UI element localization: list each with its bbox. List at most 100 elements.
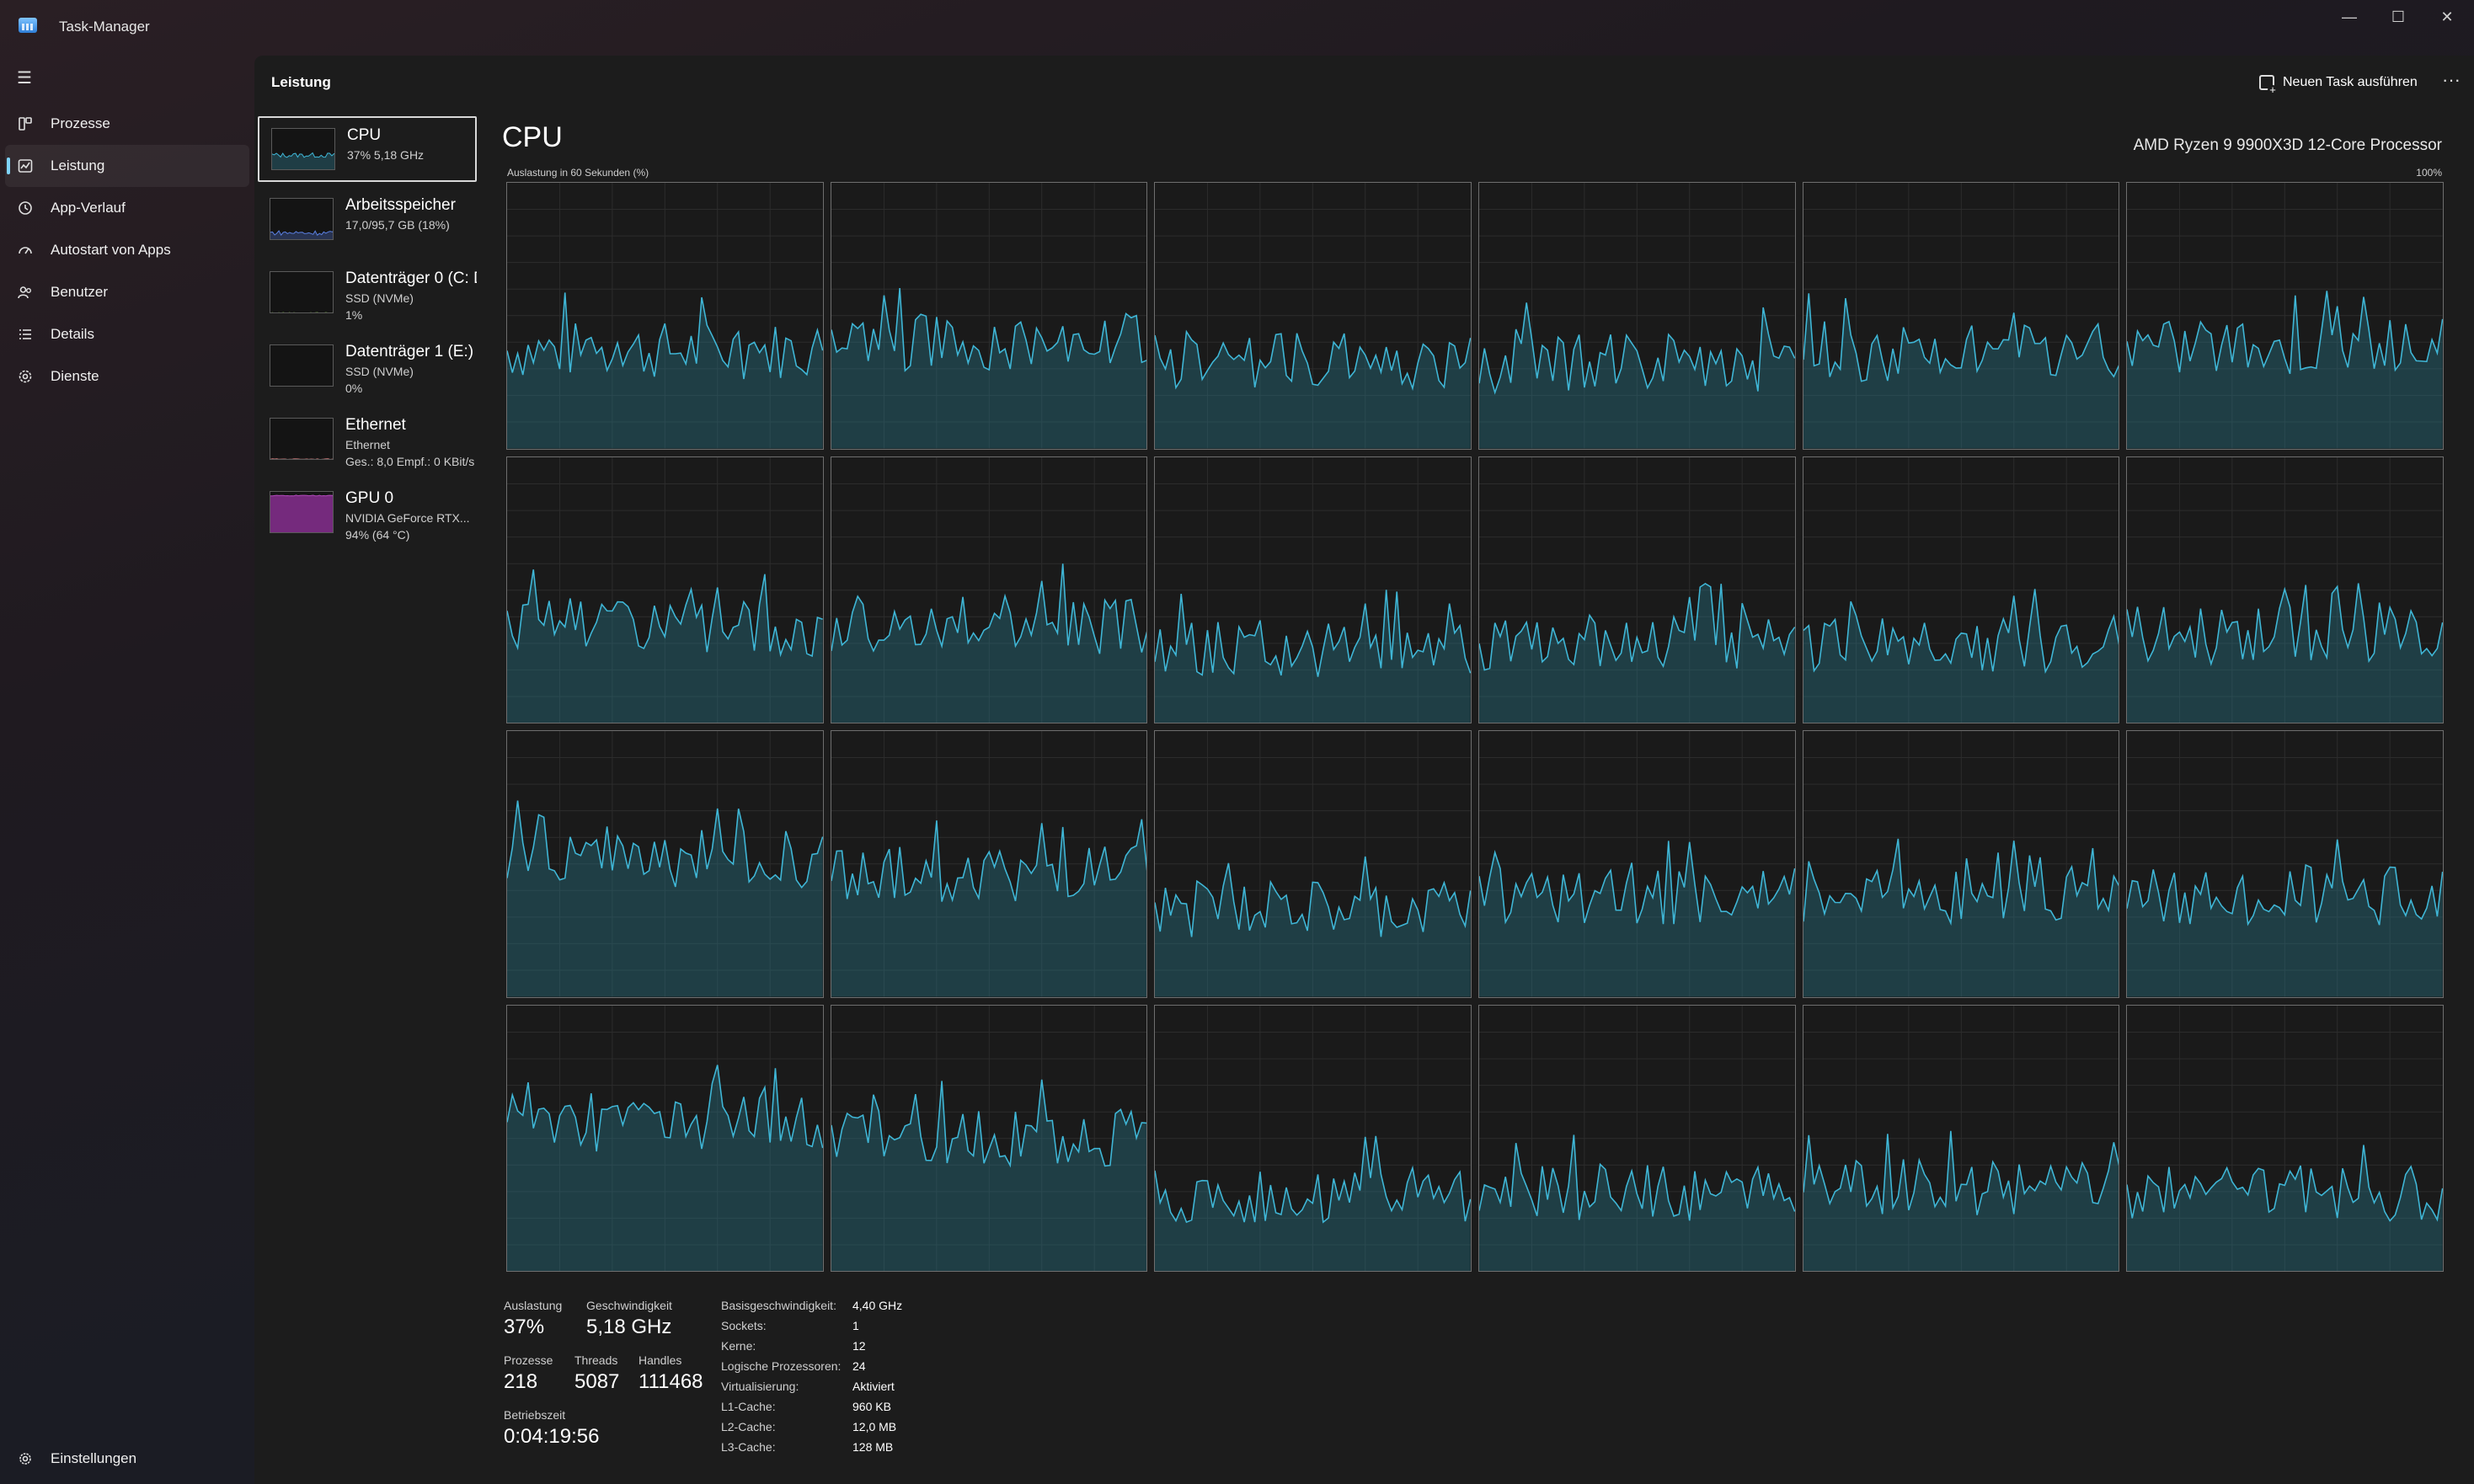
device-thumbnail-graph: [270, 491, 334, 533]
logical-processor-graph: [506, 182, 824, 450]
device-thumbnail-graph: [270, 198, 334, 240]
settings-label: Einstellungen: [51, 1450, 137, 1466]
chart-axis-label: Auslastung in 60 Sekunden (%): [507, 167, 649, 179]
logical-processor-graph: [2126, 182, 2444, 450]
utilization-value: 37%: [504, 1316, 545, 1338]
thumbnail-sparkline: [270, 272, 334, 313]
device-detail: Ethernet: [345, 438, 390, 451]
spec-key: L1-Cache:: [721, 1400, 776, 1413]
device-item[interactable]: CPU 37% 5,18 GHz: [258, 116, 477, 182]
sidebar-item-details[interactable]: Details: [5, 313, 249, 355]
sidebar-item-label: Leistung: [51, 157, 105, 173]
sidebar-item-dienste[interactable]: Dienste: [5, 355, 249, 398]
sidebar-nav: Prozesse Leistung App-Verlauf Autostart …: [5, 103, 249, 398]
sidebar-item-label: Dienste: [51, 368, 99, 384]
minimize-button[interactable]: —: [2325, 0, 2374, 34]
logical-processor-graph: [2126, 456, 2444, 723]
processor-graph-svg: [831, 183, 1147, 449]
new-task-label: Neuen Task ausführen: [2283, 75, 2418, 89]
device-thumbnail-graph: [271, 128, 335, 170]
device-detail: 1%: [345, 308, 363, 322]
sidebar-item-autostart[interactable]: Autostart von Apps: [5, 229, 249, 271]
processor-graph-svg: [1155, 1005, 1471, 1271]
processor-graph-svg: [2127, 183, 2443, 449]
processor-graph-svg: [1479, 183, 1795, 449]
sidebar-item-benutzer[interactable]: Benutzer: [5, 271, 249, 313]
processor-graph-svg: [1803, 1005, 2119, 1271]
device-item[interactable]: Ethernet Ethernet Ges.: 8,0 Empf.: 0 KBit/…: [258, 408, 477, 475]
logical-processor-graph: [1802, 456, 2120, 723]
device-thumbnail-graph: [270, 344, 334, 387]
logical-processor-graph: [1478, 182, 1796, 450]
logical-processor-graph: [1478, 456, 1796, 723]
device-item[interactable]: GPU 0 NVIDIA GeForce RTX... 94% (64 °C): [258, 481, 477, 548]
processor-graph-svg: [507, 183, 823, 449]
uptime-value: 0:04:19:56: [504, 1425, 600, 1448]
sidebar-item-label: Details: [51, 326, 94, 342]
logical-processor-graph: [2126, 730, 2444, 998]
sidebar-item-leistung[interactable]: Leistung: [5, 145, 249, 187]
logical-processor-graph: [830, 730, 1148, 998]
maximize-button[interactable]: ☐: [2374, 0, 2423, 34]
utilization-area: [2127, 583, 2443, 723]
thumbnail-sparkline: [270, 458, 333, 459]
thumbnail-sparkline: [272, 152, 334, 169]
processor-graph-svg: [507, 1005, 823, 1271]
services-icon: [17, 368, 34, 385]
device-item[interactable]: Arbeitsspeicher 17,0/95,7 GB (18%): [258, 188, 477, 255]
device-thumbnail-graph: [270, 418, 334, 460]
processes-label: Prozesse: [504, 1353, 553, 1367]
device-list: CPU 37% 5,18 GHz Arbeitsspeicher 17,0/95,7 …: [258, 116, 477, 554]
device-name: GPU 0: [345, 489, 394, 507]
users-icon: [17, 284, 34, 301]
hamburger-icon[interactable]: ☰: [17, 70, 35, 87]
history-icon: [17, 200, 34, 216]
logical-processor-graph: [1802, 1004, 2120, 1272]
logical-processor-graph: [830, 182, 1148, 450]
sidebar-item-prozesse[interactable]: Prozesse: [5, 103, 249, 145]
processes-value: 218: [504, 1370, 538, 1393]
close-button[interactable]: ✕: [2423, 0, 2471, 34]
spec-value: Aktiviert: [852, 1380, 895, 1393]
processor-graph-svg: [1479, 731, 1795, 997]
device-item[interactable]: Datenträger 0 (C: D:) SSD (NVMe) 1%: [258, 261, 477, 328]
device-item[interactable]: Datenträger 1 (E:) SSD (NVMe) 0%: [258, 334, 477, 402]
device-detail: 37% 5,18 GHz: [347, 148, 425, 162]
device-detail: SSD (NVMe): [345, 291, 414, 305]
processor-graph-svg: [2127, 1005, 2443, 1271]
spec-key: Kerne:: [721, 1339, 756, 1353]
handles-value: 111468: [639, 1370, 703, 1393]
logical-processor-graph: [506, 730, 824, 998]
sidebar-item-app-verlauf[interactable]: App-Verlauf: [5, 187, 249, 229]
processor-graph-svg: [507, 731, 823, 997]
logical-processor-graph: [1154, 456, 1472, 723]
cpu-model: AMD Ryzen 9 9900X3D 12-Core Processor: [2133, 136, 2442, 154]
spec-value: 128 MB: [852, 1440, 894, 1454]
more-options-button[interactable]: ···: [2436, 67, 2466, 98]
processor-graph-svg: [1803, 456, 2119, 723]
main-panel: Leistung Neuen Task ausführen ··· CPU 37%…: [254, 56, 2474, 1484]
processor-graph-svg: [831, 731, 1147, 997]
device-name: CPU: [347, 126, 382, 144]
processor-graph-svg: [1479, 1005, 1795, 1271]
logical-processor-graph: [1478, 1004, 1796, 1272]
cpu-title: CPU: [502, 121, 563, 153]
processor-graph-svg: [507, 456, 823, 723]
settings-button[interactable]: Einstellungen: [5, 1439, 249, 1479]
new-task-button[interactable]: Neuen Task ausführen: [2251, 67, 2426, 98]
spec-value: 1: [852, 1319, 859, 1332]
sidebar-item-label: App-Verlauf: [51, 200, 126, 216]
logical-processor-graph: [2126, 1004, 2444, 1272]
logical-processor-graph: [1478, 730, 1796, 998]
logical-processor-graph: [1154, 730, 1472, 998]
spec-value: 960 KB: [852, 1400, 891, 1413]
logical-processor-graph: [830, 456, 1148, 723]
device-detail: 94% (64 °C): [345, 528, 410, 542]
processor-graph-svg: [831, 456, 1147, 723]
speed-label: Geschwindigkeit: [586, 1299, 672, 1312]
processor-graph-svg: [1155, 731, 1471, 997]
spec-value: 4,40 GHz: [852, 1299, 903, 1312]
sidebar-item-label: Prozesse: [51, 115, 110, 131]
processor-graph-svg: [1803, 731, 2119, 997]
performance-icon: [17, 157, 34, 174]
